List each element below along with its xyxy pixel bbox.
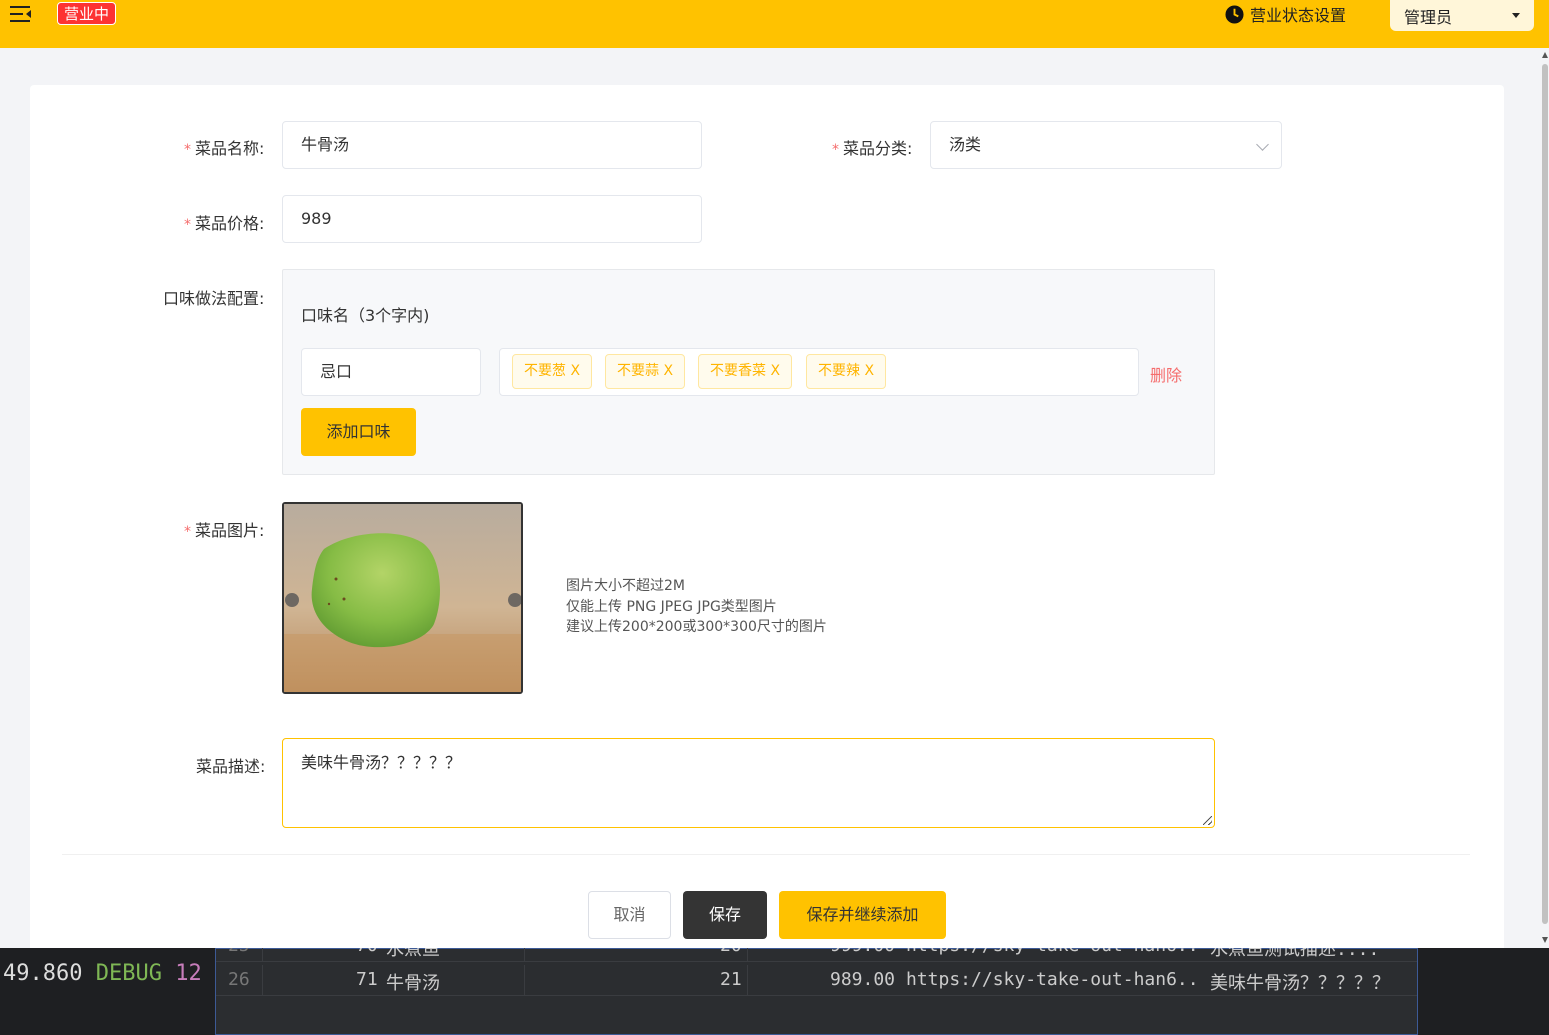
save-and-continue-button[interactable]: 保存并继续添加 [779, 891, 946, 939]
flavor-name-title: 口味名（3个字内) [301, 306, 430, 325]
image-hint-size: 图片大小不超过2M [566, 578, 685, 594]
form-divider [62, 854, 1470, 855]
user-name: 管理员 [1404, 7, 1453, 27]
chevron-down-icon [1256, 138, 1269, 151]
flavor-tag[interactable]: 不要蒜 X [605, 354, 686, 389]
dish-name-input[interactable]: 牛骨汤 [282, 121, 702, 169]
top-header: 营业中 营业状态设置 管理员 [0, 0, 1549, 48]
flavor-tag[interactable]: 不要葱 X [512, 354, 593, 389]
ide-terminal-panel: 49.860 DEBUG 12 25 70 水煮鱼 20 999.00 http… [0, 948, 1549, 1035]
user-dropdown[interactable]: 管理员 [1390, 0, 1534, 31]
flavor-tag[interactable]: 不要辣 X [806, 354, 887, 389]
flavor-config-label: 口味做法配置: [163, 289, 265, 308]
flavor-name-input[interactable]: 忌口 [301, 348, 481, 396]
dish-category-select[interactable]: 汤类 [930, 121, 1282, 169]
image-hint-types: 仅能上传 PNG JPEG JPG类型图片 [566, 598, 777, 615]
delete-flavor-link[interactable]: 删除 [1150, 362, 1182, 386]
scrollbar-thumb[interactable] [1542, 64, 1548, 924]
image-hint-dimensions: 建议上传200*200或300*300尺寸的图片 [566, 619, 827, 635]
dish-price-input[interactable]: 989 [282, 195, 702, 243]
cancel-button[interactable]: 取消 [588, 891, 671, 939]
dish-description-label: 菜品描述: [196, 757, 266, 776]
business-status-badge: 营业中 [57, 2, 117, 25]
save-button[interactable]: 保存 [683, 891, 767, 939]
page-scrollbar[interactable] [1541, 50, 1549, 945]
dish-name-label: * 菜品名称: [184, 139, 265, 158]
clock-icon [1225, 4, 1244, 24]
dish-form-card: * 菜品名称: 牛骨汤 * 菜品分类: 汤类 * 菜品价格: 989 口味做法配置: … [30, 85, 1504, 955]
flavor-config-panel: 口味名（3个字内) 忌口 不要葱 X 不要蒜 X 不要香菜 X 不要辣 X 删除… [282, 269, 1215, 475]
query-result-grid[interactable]: 25 70 水煮鱼 20 999.00 https://sky-take-out… [215, 948, 1418, 1035]
business-status-setting-label: 营业状态设置 [1250, 6, 1347, 25]
resize-handle-icon[interactable] [1203, 816, 1212, 825]
dish-category-label: * 菜品分类: [832, 139, 913, 158]
dish-image-upload[interactable] [282, 502, 523, 694]
scroll-up-icon[interactable] [1542, 52, 1548, 58]
image-upload-hints: 图片大小不超过2M 仅能上传 PNG JPEG JPG类型图片 建议上传200*… [566, 576, 827, 638]
terminal-log-line: 49.860 DEBUG 12 [3, 961, 202, 986]
caret-down-icon [1512, 13, 1520, 18]
dish-description-text: 美味牛骨汤？？？？？ [301, 753, 462, 772]
dish-image-label: * 菜品图片: [184, 521, 265, 540]
table-row[interactable]: 25 70 水煮鱼 20 999.00 https://sky-take-out… [216, 948, 1417, 962]
add-flavor-button[interactable]: 添加口味 [301, 408, 416, 456]
scroll-down-icon[interactable] [1542, 937, 1548, 943]
business-status-setting-button[interactable]: 营业状态设置 [1225, 2, 1346, 26]
dish-description-textarea[interactable]: 美味牛骨汤？？？？？ [282, 738, 1215, 828]
flavor-tag[interactable]: 不要香菜 X [698, 354, 793, 389]
dish-price-label: * 菜品价格: [184, 214, 265, 233]
menu-toggle-icon[interactable] [10, 5, 32, 23]
dish-category-value: 汤类 [949, 135, 982, 154]
dish-photo [284, 504, 521, 692]
table-row[interactable]: 26 71 牛骨汤 21 989.00 https://sky-take-out… [216, 965, 1417, 996]
flavor-tags-input[interactable]: 不要葱 X 不要蒜 X 不要香菜 X 不要辣 X [499, 348, 1139, 396]
